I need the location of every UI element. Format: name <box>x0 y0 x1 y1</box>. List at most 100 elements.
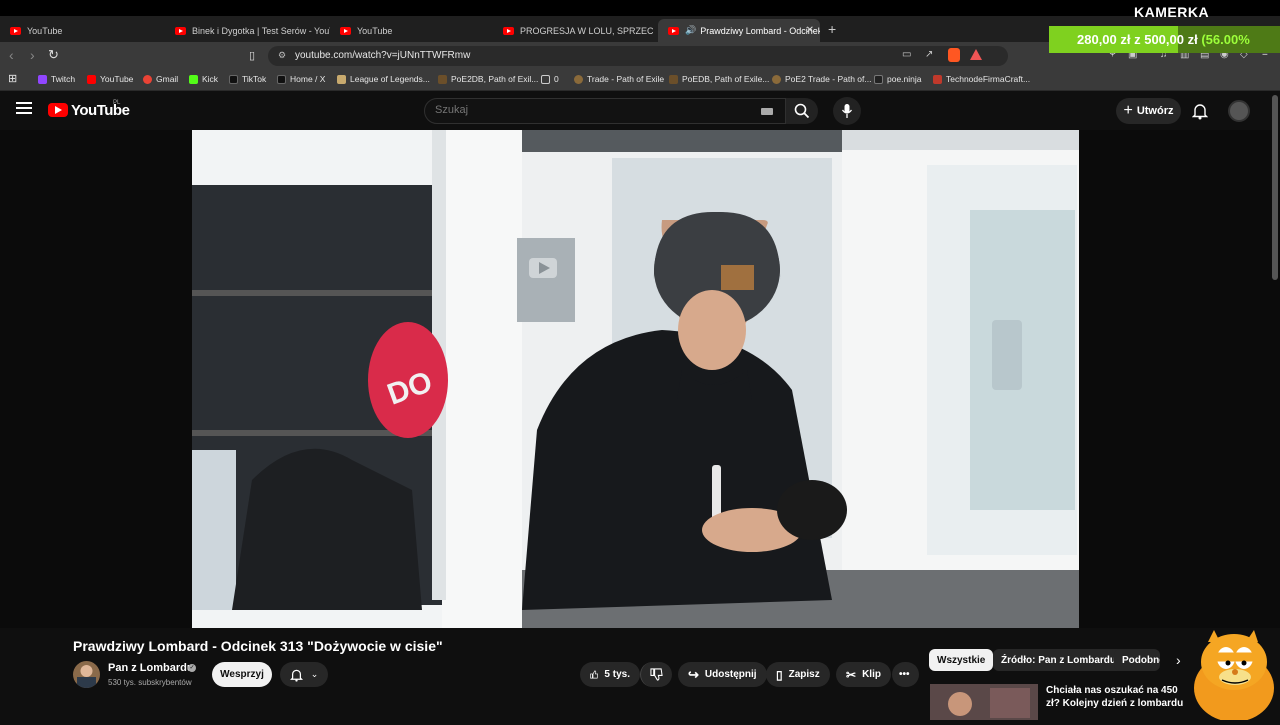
reload-icon[interactable]: ↻ <box>48 47 59 63</box>
site-info-icon[interactable]: ⚙ <box>278 50 286 61</box>
bookmark-poe-ninja[interactable]: poe.ninja <box>874 74 922 84</box>
bookmark-icon[interactable]: ▯ <box>249 49 255 62</box>
account-avatar[interactable] <box>1228 100 1250 122</box>
notifications-button[interactable] <box>1191 102 1209 125</box>
bookmark-lol[interactable]: League of Legends... <box>337 74 430 84</box>
poe-trade-icon <box>574 74 583 84</box>
microphone-icon <box>841 104 853 118</box>
forward-icon[interactable]: › <box>30 47 35 63</box>
video-player[interactable]: DO <box>192 130 1079 628</box>
back-icon[interactable]: ‹ <box>9 47 14 63</box>
share-arrow-icon: ↪ <box>688 666 699 682</box>
share-icon[interactable]: ↗ <box>925 49 933 60</box>
bookmark-folder[interactable]: 0 <box>541 74 559 84</box>
kamerka-label: KAMERKA <box>1134 4 1210 20</box>
browser-tab-active[interactable]: 🔊 Prawdziwy Lombard - Odcinek ✕ <box>658 19 820 42</box>
bookmark-label: Kick <box>202 74 219 84</box>
dislike-button[interactable] <box>640 662 672 687</box>
chevron-right-icon[interactable]: › <box>1176 652 1181 668</box>
bookmark-label: poe.ninja <box>887 74 922 84</box>
page-scrollbar[interactable] <box>1272 95 1278 280</box>
bookmark-label: Gmail <box>156 74 179 84</box>
create-button[interactable]: + Utwórz <box>1116 98 1181 124</box>
close-icon[interactable]: ✕ <box>806 25 814 36</box>
top-strip <box>0 0 1280 16</box>
bookmark-trade-poe[interactable]: Trade - Path of Exile <box>574 74 664 84</box>
bookmark-label: League of Legends... <box>350 74 430 84</box>
video-frame: DO <box>192 130 1079 628</box>
bookmark-label: Home / X <box>290 74 326 84</box>
search-box[interactable] <box>424 98 786 124</box>
bookmark-youtube[interactable]: YouTube <box>87 74 133 84</box>
youtube-logo-text[interactable]: YouTube <box>71 102 130 119</box>
subscription-notifications-button[interactable]: ⌄ <box>280 662 328 687</box>
save-button[interactable]: ▯ Zapisz <box>766 662 830 687</box>
browser-tab[interactable]: YouTube <box>330 19 495 42</box>
bookmark-label: Trade - Path of Exile <box>587 74 665 84</box>
more-actions-button[interactable]: ••• <box>892 662 919 687</box>
bookmark-label: PoE2DB, Path of Exil... <box>451 74 539 84</box>
poedb-icon <box>669 74 678 84</box>
tab-label: YouTube <box>27 25 63 36</box>
bookmark-kick[interactable]: Kick <box>189 74 218 84</box>
apps-grid-icon[interactable]: ⊞ <box>8 72 17 85</box>
bookmarks-bar: ⊞ Twitch YouTube Gmail Kick TikTok Home … <box>0 70 1280 91</box>
bookmark-gmail[interactable]: Gmail <box>143 74 178 84</box>
search-input[interactable] <box>435 104 735 116</box>
channel-name[interactable]: Pan z Lombardu <box>108 662 194 674</box>
recommendation-title[interactable]: Chciała nas oszukać na 450 zł? Kolejny d… <box>1046 684 1186 710</box>
lol-icon <box>337 74 346 84</box>
search-button[interactable] <box>786 98 818 124</box>
verified-icon: ✓ <box>188 664 196 672</box>
browser-tab[interactable]: Binek i Dygotka | Test Serów - YouTub <box>165 19 330 42</box>
like-button[interactable]: 5 tys. <box>580 662 640 687</box>
donation-goal-bar: 280,00 zł z 500,00 zł (56.00% <box>1049 26 1280 53</box>
channel-avatar-image <box>77 665 96 688</box>
garfield-sticker <box>1186 628 1276 722</box>
youtube-favicon-icon <box>10 26 21 35</box>
youtube-favicon-icon <box>503 26 514 35</box>
poe2db-icon <box>438 74 447 84</box>
brave-icon[interactable] <box>948 48 960 62</box>
bookmark-twitch[interactable]: Twitch <box>38 74 75 84</box>
rewards-icon[interactable] <box>970 49 982 60</box>
clip-label: Klip <box>862 669 881 680</box>
clip-button[interactable]: ✂ Klip <box>836 662 891 687</box>
bookmark-tiktok[interactable]: TikTok <box>229 74 266 84</box>
more-icon: ••• <box>899 669 910 680</box>
keyboard-icon[interactable] <box>761 108 773 115</box>
scissors-icon: ✂ <box>846 667 857 682</box>
bookmark-label: TikTok <box>242 74 267 84</box>
poe2-trade-icon <box>772 74 781 84</box>
speaker-icon: 🔊 <box>685 25 697 35</box>
chip-all[interactable]: Wszystkie <box>929 649 994 671</box>
hamburger-menu-icon[interactable] <box>16 102 32 114</box>
bell-icon <box>289 669 303 682</box>
browser-tab[interactable]: YouTube <box>0 19 165 42</box>
goal-amount: 280,00 zł z 500,00 zł <box>1077 32 1198 47</box>
voice-search-button[interactable] <box>833 97 861 125</box>
url-field[interactable]: ⚙ youtube.com/watch?v=jUNnTTWFRmw <box>268 46 1008 66</box>
bookmark-x[interactable]: Home / X <box>277 74 325 84</box>
share-label: Udostępnij <box>704 669 757 680</box>
recommendation-thumbnail[interactable] <box>930 684 1038 720</box>
bookmark-poedb[interactable]: PoEDB, Path of Exile... <box>669 74 769 84</box>
chip-source[interactable]: Źródło: Pan z Lombardu <box>993 649 1124 671</box>
bookmark-poe2-trade[interactable]: PoE2 Trade - Path of... <box>772 74 871 84</box>
tiktok-icon <box>229 74 238 84</box>
youtube-favicon-icon <box>175 26 186 35</box>
create-label: Utwórz <box>1136 105 1174 117</box>
browser-tab[interactable]: PROGRESJA W LOLU, SPRZECZKI Z R <box>493 19 653 42</box>
support-button[interactable]: Wesprzyj <box>212 662 272 687</box>
youtube-logo-icon[interactable] <box>48 103 68 117</box>
region-label: PL <box>113 100 121 106</box>
channel-avatar[interactable] <box>73 661 100 688</box>
cast-icon[interactable]: ▭ <box>902 49 911 60</box>
ninja-icon <box>874 74 883 84</box>
new-tab-button[interactable]: + <box>828 21 836 37</box>
bookmark-technode[interactable]: TechnodeFirmaCraft... <box>933 74 1030 84</box>
bookmark-poe2db[interactable]: PoE2DB, Path of Exil... <box>438 74 538 84</box>
google-icon <box>143 74 152 84</box>
share-button[interactable]: ↪ Udostępnij <box>678 662 767 687</box>
chip-similar[interactable]: Podobne <box>1114 649 1160 671</box>
